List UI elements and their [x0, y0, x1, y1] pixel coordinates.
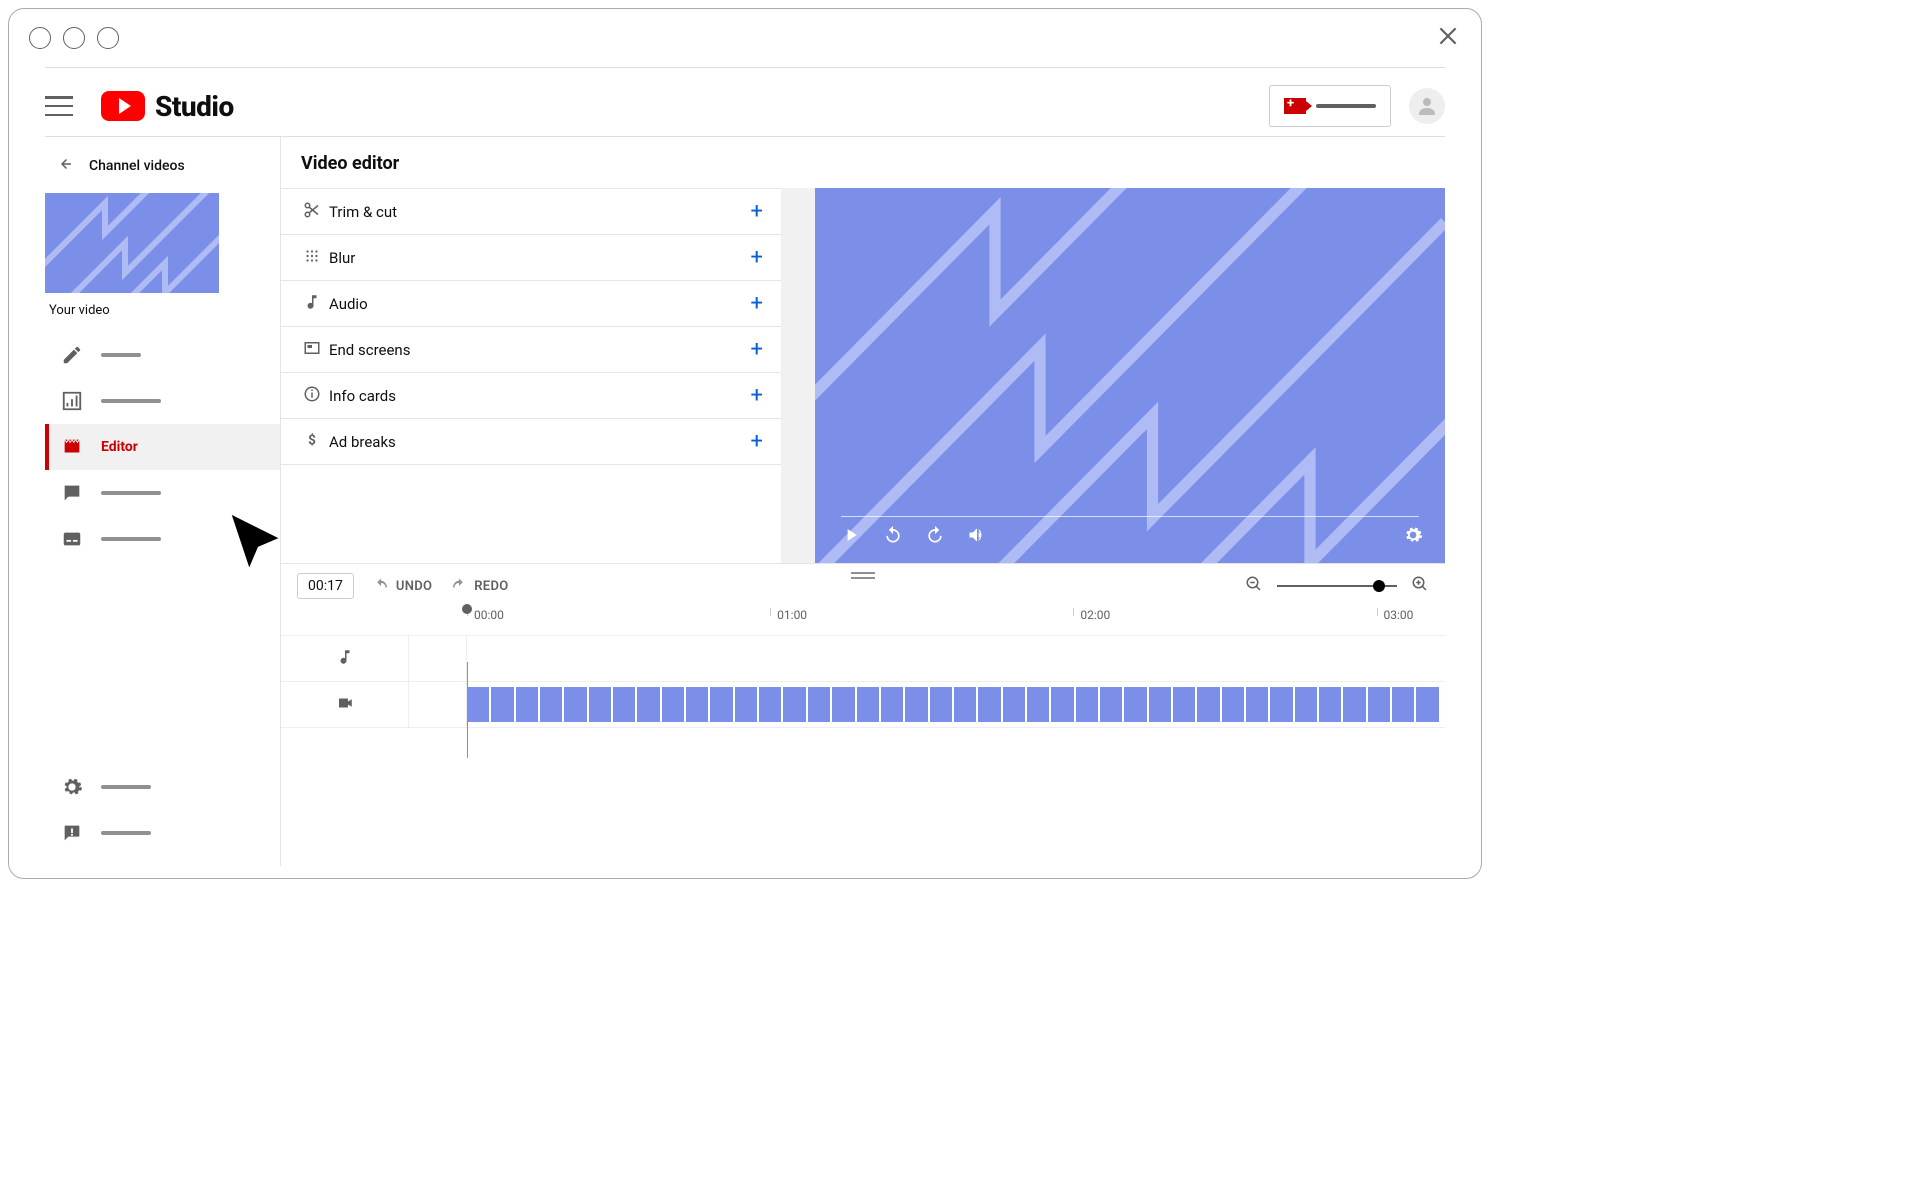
- volume-icon[interactable]: [967, 525, 987, 549]
- tool-row-blur[interactable]: Blur +: [281, 235, 781, 281]
- redo-button[interactable]: REDO: [450, 577, 508, 595]
- camera-plus-icon: [1284, 98, 1306, 114]
- redo-label: REDO: [474, 579, 508, 594]
- timeline: 00:17 UNDO REDO: [281, 563, 1445, 728]
- feedback-icon: [61, 822, 83, 844]
- subtitles-icon: [61, 528, 83, 550]
- hamburger-icon[interactable]: [45, 96, 73, 116]
- page-title: Video editor: [281, 137, 1445, 188]
- add-icon[interactable]: +: [751, 199, 763, 224]
- comments-icon: [61, 482, 83, 504]
- window-dot[interactable]: [63, 27, 85, 49]
- app-window: Studio Channel videos: [8, 8, 1482, 879]
- tool-row-adbreaks[interactable]: $ Ad breaks +: [281, 419, 781, 465]
- add-icon[interactable]: +: [751, 383, 763, 408]
- tools-list: Trim & cut + Blur + Audio +: [281, 188, 781, 563]
- zoom-out-icon[interactable]: [1245, 575, 1263, 597]
- sidebar-item-settings[interactable]: [45, 764, 280, 810]
- replay-10-icon[interactable]: [883, 525, 903, 549]
- tool-label: Trim & cut: [329, 203, 397, 221]
- forward-10-icon[interactable]: [925, 525, 945, 549]
- ruler-tick: 03:00: [1377, 608, 1414, 616]
- tool-label: Blur: [329, 249, 355, 267]
- play-icon[interactable]: [841, 525, 861, 549]
- ruler-tick: 02:00: [1073, 608, 1110, 616]
- sidebar-item-label: Editor: [101, 439, 138, 455]
- close-icon[interactable]: [1435, 23, 1461, 53]
- endscreen-icon: [303, 339, 329, 361]
- brand-name: Studio: [155, 90, 234, 123]
- add-icon[interactable]: +: [751, 291, 763, 316]
- music-note-icon: [336, 648, 354, 670]
- video-clip-strip[interactable]: [467, 687, 1439, 722]
- main-content: Video editor Trim & cut + Blur +: [281, 137, 1445, 866]
- zoom-in-icon[interactable]: [1411, 575, 1429, 597]
- youtube-icon: [101, 91, 145, 121]
- video-preview[interactable]: [815, 188, 1445, 563]
- placeholder-line: [101, 353, 141, 357]
- window-dot[interactable]: [29, 27, 51, 49]
- editor-icon: [61, 436, 83, 458]
- app-header: Studio: [9, 76, 1481, 136]
- dollar-icon: $: [303, 431, 329, 453]
- sidebar-item-comments[interactable]: [45, 470, 280, 516]
- seek-bar[interactable]: [841, 516, 1419, 517]
- window-chrome: [9, 9, 1481, 67]
- playhead[interactable]: [467, 608, 477, 616]
- player-settings-icon[interactable]: [1403, 525, 1423, 549]
- placeholder-line: [101, 399, 161, 403]
- brand-logo[interactable]: Studio: [101, 90, 234, 123]
- placeholder-line: [101, 831, 151, 835]
- avatar[interactable]: [1409, 88, 1445, 124]
- sidebar: Channel videos Your video: [45, 137, 281, 866]
- timeline-track-video[interactable]: [281, 682, 1445, 728]
- undo-button[interactable]: UNDO: [372, 577, 432, 595]
- sidebar-item-subtitles[interactable]: [45, 516, 280, 562]
- add-icon[interactable]: +: [751, 337, 763, 362]
- gear-icon: [61, 776, 83, 798]
- scissors-icon: [303, 201, 329, 223]
- sidebar-item-editor[interactable]: Editor: [45, 424, 280, 470]
- timeline-ruler[interactable]: 00:00 01:00 02:00 03:00: [281, 608, 1445, 636]
- placeholder-line: [1316, 104, 1376, 108]
- preview-column: [781, 188, 1445, 563]
- blur-icon: [303, 247, 329, 269]
- your-video-label: Your video: [49, 303, 280, 318]
- music-note-icon: [303, 293, 329, 315]
- timecode-input[interactable]: 00:17: [297, 573, 354, 599]
- back-label: Channel videos: [89, 158, 185, 174]
- video-camera-icon: [336, 694, 354, 716]
- video-thumbnail[interactable]: [45, 193, 219, 293]
- tool-row-endscreens[interactable]: End screens +: [281, 327, 781, 373]
- tool-label: Info cards: [329, 387, 396, 405]
- placeholder-line: [101, 491, 161, 495]
- undo-label: UNDO: [396, 579, 432, 594]
- sidebar-item-feedback[interactable]: [45, 810, 280, 856]
- sidebar-item-details[interactable]: [45, 332, 280, 378]
- svg-text:$: $: [308, 432, 316, 448]
- arrow-left-icon: [55, 155, 75, 177]
- pencil-icon: [61, 344, 83, 366]
- placeholder-line: [101, 785, 151, 789]
- tool-row-audio[interactable]: Audio +: [281, 281, 781, 327]
- drag-handle-icon[interactable]: [851, 570, 875, 585]
- add-icon[interactable]: +: [751, 245, 763, 270]
- timeline-track-audio[interactable]: [281, 636, 1445, 682]
- ruler-tick: 01:00: [770, 608, 807, 616]
- add-icon[interactable]: +: [751, 429, 763, 454]
- tool-row-infocards[interactable]: Info cards +: [281, 373, 781, 419]
- info-icon: [303, 385, 329, 407]
- back-to-channel-videos[interactable]: Channel videos: [45, 147, 280, 185]
- zoom-slider[interactable]: [1277, 585, 1397, 587]
- tool-label: Audio: [329, 295, 368, 313]
- window-dot[interactable]: [97, 27, 119, 49]
- sidebar-item-analytics[interactable]: [45, 378, 280, 424]
- tool-label: Ad breaks: [329, 433, 396, 451]
- tool-label: End screens: [329, 341, 410, 359]
- analytics-icon: [61, 390, 83, 412]
- placeholder-line: [101, 537, 161, 541]
- tool-row-trim[interactable]: Trim & cut +: [281, 189, 781, 235]
- create-button[interactable]: [1269, 85, 1391, 127]
